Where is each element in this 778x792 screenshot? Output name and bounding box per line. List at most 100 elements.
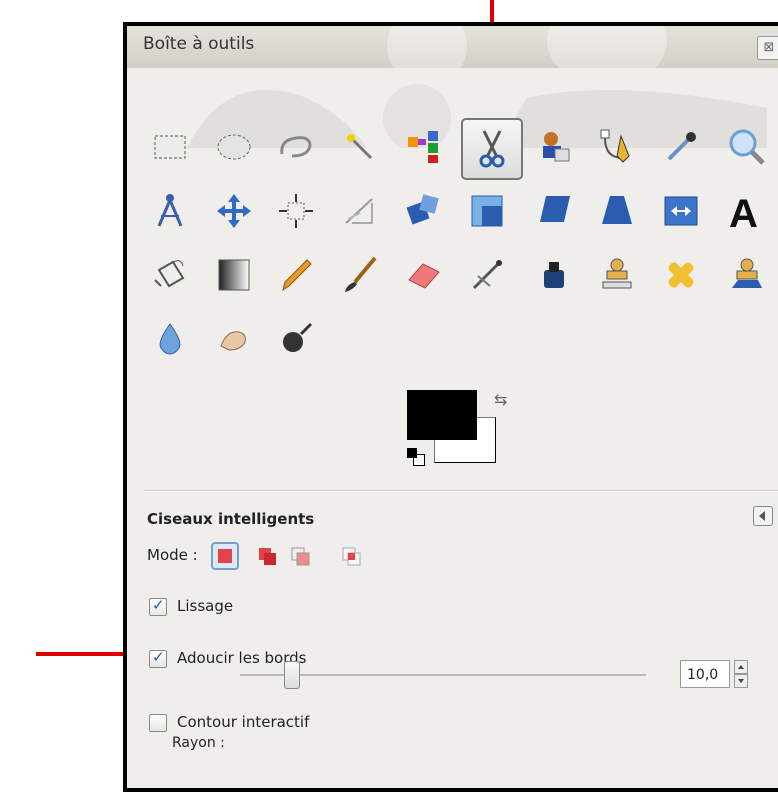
tool-ink[interactable] [529,249,581,301]
color-picker-icon [667,132,696,161]
mode-label: Mode : [147,546,198,564]
smudge-icon [220,331,246,351]
tool-rotate[interactable] [398,185,450,237]
mode-intersect-icon [342,547,361,566]
adoucir-checkbox[interactable] [149,648,167,668]
measure-icon [157,194,183,227]
tool-rect-select[interactable] [144,121,196,173]
tool-select-by-color[interactable] [398,121,450,173]
perspective-clone-icon [732,258,762,288]
close-button[interactable]: ⊠ [757,36,778,60]
tool-dodge-burn[interactable] [270,313,322,365]
paths-icon [600,129,630,163]
tool-bucket-fill[interactable] [144,249,196,301]
default-colors-icon[interactable] [407,448,425,466]
tool-text[interactable]: A [721,185,773,237]
tool-fuzzy-select[interactable] [334,121,386,173]
rayon-spin-buttons[interactable] [734,660,748,688]
blend-icon [218,259,250,291]
rotate-icon [406,194,439,225]
tool-clone[interactable] [591,249,643,301]
mode-intersect-button[interactable] [338,543,366,571]
mode-add-icon [259,548,276,565]
tool-foreground-select[interactable] [529,121,581,173]
mode-replace-button[interactable] [211,542,239,570]
tool-smudge[interactable] [208,313,260,365]
blur-icon [159,323,181,355]
tool-crop[interactable] [334,185,386,237]
rayon-label: Rayon : [172,735,225,751]
tool-airbrush[interactable] [461,249,513,301]
perspective-icon [602,196,632,224]
collapse-button[interactable] [753,506,773,526]
lasso-icon [280,136,312,158]
tool-shear[interactable] [529,185,581,237]
airbrush-icon [472,260,502,290]
lissage-checkbox[interactable] [149,596,167,616]
titlebar-decoration [387,26,467,68]
foreground-select-icon [543,132,570,162]
tool-blend[interactable] [208,249,260,301]
mode-subtract-icon [291,547,310,566]
tool-paths[interactable] [591,121,643,173]
ink-icon [544,262,564,288]
tool-ellipse-select[interactable] [208,121,260,173]
tool-move[interactable] [208,185,260,237]
tool-blur[interactable] [144,313,196,365]
mode-subtract-button[interactable] [287,543,315,571]
lissage-label: Lissage [177,597,234,615]
tool-scale[interactable] [461,185,513,237]
tool-perspective[interactable] [591,185,643,237]
rayon-value-input[interactable]: 10,0 [680,660,730,688]
dodge-burn-icon [283,322,313,352]
magic-wand-icon [347,134,373,160]
titlebar-decoration [547,26,667,68]
tool-paintbrush[interactable] [334,249,386,301]
pencil-icon [282,259,312,292]
clone-icon [602,258,632,289]
text-icon: A [729,192,758,231]
tool-lasso[interactable] [270,121,322,173]
color-area: ⇆ [407,390,517,480]
tool-align[interactable] [270,185,322,237]
crop-icon [345,198,373,224]
shear-icon [540,196,570,222]
scissors-icon [479,130,505,168]
tool-perspective-clone[interactable] [721,249,773,301]
rect-select-icon [154,135,186,159]
spin-up-down-icon [734,660,748,688]
tool-color-picker[interactable] [655,121,707,173]
toolbox-panel: A ⇆ Ciseaux intelligents Mode: ✓ Lissag… [127,68,778,788]
foreground-color-swatch[interactable] [407,390,477,440]
move-icon [217,194,251,228]
separator [144,490,778,492]
tool-eraser[interactable] [398,249,450,301]
swap-colors-icon[interactable]: ⇆ [494,390,507,409]
select-by-color-icon [408,131,438,163]
eraser-icon [408,263,440,289]
tool-intelligent-scissors[interactable] [461,118,523,180]
zoom-icon [729,129,765,165]
tool-pencil[interactable] [270,249,322,301]
tool-flip[interactable] [655,185,707,237]
heal-icon [668,262,694,288]
scale-icon [471,195,503,227]
mode-add-button[interactable] [254,543,282,571]
contour-interactif-checkbox[interactable] [149,714,167,732]
title-bar[interactable]: Boîte à outils ⊠ [127,26,778,68]
left-arrow-shaft [36,652,132,656]
window-title: Boîte à outils [143,34,255,54]
rayon-slider-handle[interactable] [284,661,300,689]
mode-replace-icon [218,549,232,563]
tool-measure[interactable] [144,185,196,237]
bucket-fill-icon [154,260,185,288]
rayon-slider-track[interactable] [240,674,646,676]
svg-text:A: A [729,192,758,231]
align-icon [279,194,313,228]
flip-icon [664,196,698,226]
tool-heal[interactable] [655,249,707,301]
tool-zoom[interactable] [721,121,773,173]
tool-options-title: Ciseaux intelligents [147,510,315,528]
paintbrush-icon [345,256,377,292]
ellipse-select-icon [217,134,251,160]
